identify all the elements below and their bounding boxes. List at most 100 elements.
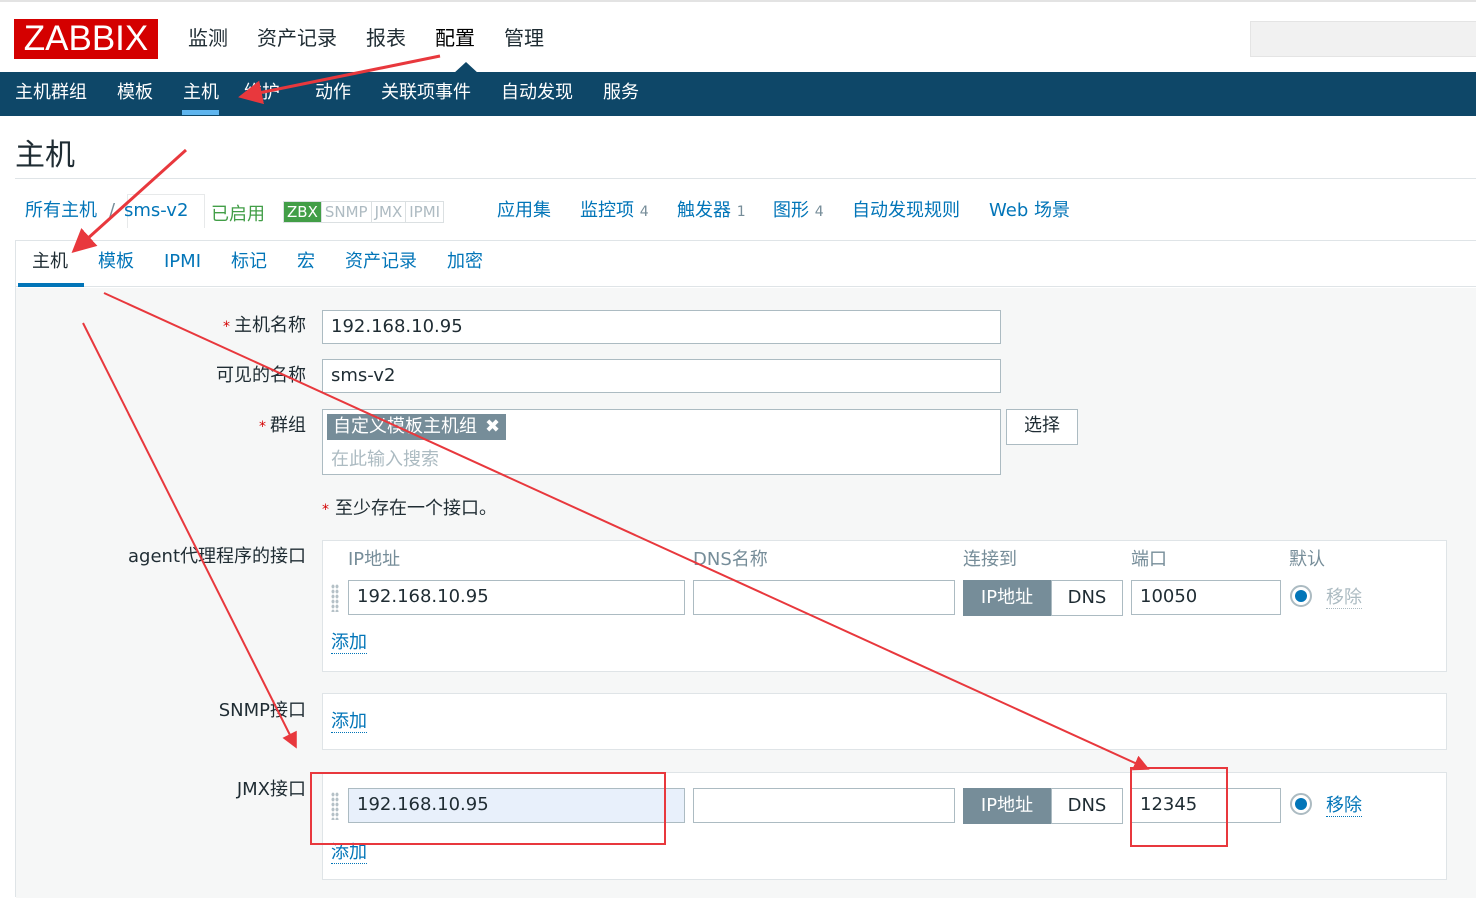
global-search-input[interactable] bbox=[1250, 21, 1476, 57]
sub-menu-services[interactable]: 服务 bbox=[603, 81, 639, 105]
sub-menu-maintenance[interactable]: 维护 bbox=[244, 81, 280, 105]
jmx-dns-input[interactable] bbox=[693, 788, 955, 823]
breadcrumb-separator: / bbox=[109, 200, 116, 221]
sub-menu-event-correlation[interactable]: 关联项事件 bbox=[381, 81, 471, 105]
top-menu-configuration[interactable]: 配置 bbox=[435, 24, 475, 52]
sub-menu-templates[interactable]: 模板 bbox=[117, 81, 153, 105]
jmx-badge: JMX bbox=[371, 202, 407, 222]
sub-menu-actions[interactable]: 动作 bbox=[315, 81, 351, 105]
tab-macros[interactable]: 宏 bbox=[297, 251, 315, 273]
active-tab-indicator bbox=[18, 283, 84, 287]
required-mark: * bbox=[223, 319, 230, 335]
tab-tags[interactable]: 标记 bbox=[231, 251, 267, 273]
snmp-interface-label: SNMP接口 bbox=[218, 700, 306, 721]
required-mark: * bbox=[259, 419, 266, 435]
groups-label: * 群组 bbox=[6, 414, 306, 439]
snmp-badge: SNMP bbox=[321, 202, 372, 222]
availability-badges: ZBX SNMP JMX IPMI bbox=[283, 201, 445, 223]
jmx-connect-toggle: IP地址 DNS bbox=[963, 788, 1123, 824]
snmp-interfaces-box bbox=[322, 693, 1447, 750]
visible-name-input[interactable]: sms-v2 bbox=[322, 359, 1001, 393]
link-applications[interactable]: 应用集 bbox=[497, 200, 551, 222]
graphs-count: 4 bbox=[814, 204, 824, 220]
snmp-add-link[interactable]: 添加 bbox=[331, 712, 367, 733]
link-items[interactable]: 监控项 4 bbox=[580, 200, 649, 223]
host-name-label-text: 主机名称 bbox=[234, 315, 306, 336]
status-enabled[interactable]: 已启用 bbox=[211, 200, 265, 226]
form-tabs: 主机 模板 IPMI 标记 宏 资产记录 加密 bbox=[16, 241, 1476, 287]
ipmi-badge: IPMI bbox=[406, 202, 444, 222]
agent-connect-dns-button[interactable]: DNS bbox=[1051, 580, 1123, 616]
agent-ip-input[interactable]: 192.168.10.95 bbox=[348, 580, 685, 615]
agent-default-radio[interactable] bbox=[1290, 585, 1312, 607]
tab-host[interactable]: 主机 bbox=[32, 251, 68, 273]
jmx-interface-label: JMX接口 bbox=[236, 779, 306, 800]
col-connect-to: 连接到 bbox=[963, 549, 1017, 570]
top-menu-reports[interactable]: 报表 bbox=[366, 24, 406, 52]
drag-handle-icon[interactable] bbox=[331, 584, 339, 612]
groups-search-input[interactable]: 在此输入搜索 bbox=[331, 445, 439, 471]
items-count: 4 bbox=[639, 204, 649, 220]
jmx-remove-link[interactable]: 移除 bbox=[1326, 796, 1362, 817]
jmx-connect-ip-button[interactable]: IP地址 bbox=[963, 788, 1051, 824]
remove-tag-icon[interactable]: ✖ bbox=[485, 416, 500, 437]
col-default: 默认 bbox=[1289, 549, 1325, 570]
interface-requirement-note: * 至少存在一个接口。 bbox=[322, 494, 497, 520]
select-groups-button[interactable]: 选择 bbox=[1006, 409, 1078, 445]
groups-label-text: 群组 bbox=[270, 415, 306, 436]
agent-port-input[interactable]: 10050 bbox=[1131, 580, 1281, 615]
tab-ipmi[interactable]: IPMI bbox=[164, 251, 201, 273]
link-discovery-rules[interactable]: 自动发现规则 bbox=[852, 200, 960, 222]
groups-multiselect[interactable]: 自定义模板主机组 ✖ 在此输入搜索 bbox=[322, 409, 1001, 475]
agent-add-link[interactable]: 添加 bbox=[331, 633, 367, 654]
agent-remove-link: 移除 bbox=[1326, 587, 1362, 609]
zabbix-logo[interactable]: ZABBIX bbox=[14, 19, 158, 59]
top-menu-monitoring[interactable]: 监测 bbox=[188, 24, 228, 52]
agent-dns-input[interactable] bbox=[693, 580, 955, 615]
triggers-count: 1 bbox=[736, 204, 746, 220]
drag-handle-icon[interactable] bbox=[331, 792, 339, 820]
top-bar: ZABBIX 监测 资产记录 报表 配置 管理 bbox=[0, 0, 1476, 74]
jmx-default-radio[interactable] bbox=[1290, 793, 1312, 815]
top-menu-administration[interactable]: 管理 bbox=[504, 24, 544, 52]
page-title: 主机 bbox=[15, 138, 75, 173]
link-graphs[interactable]: 图形 4 bbox=[773, 200, 824, 223]
col-ip-address: IP地址 bbox=[348, 549, 401, 570]
breadcrumb-host-name[interactable]: sms-v2 bbox=[124, 200, 188, 222]
visible-name-label: 可见的名称 bbox=[216, 365, 306, 386]
agent-connect-ip-button[interactable]: IP地址 bbox=[963, 580, 1051, 616]
sub-menu-host-groups[interactable]: 主机群组 bbox=[15, 81, 87, 105]
jmx-connect-dns-button[interactable]: DNS bbox=[1051, 788, 1123, 824]
host-name-label: * 主机名称 bbox=[6, 314, 306, 339]
sub-menu: 主机群组 模板 主机 维护 动作 关联项事件 自动发现 服务 bbox=[0, 72, 1476, 116]
jmx-ip-input[interactable]: 192.168.10.95 bbox=[348, 788, 685, 823]
jmx-add-link[interactable]: 添加 bbox=[331, 843, 367, 864]
group-tag: 自定义模板主机组 ✖ bbox=[327, 414, 507, 440]
sub-menu-discovery[interactable]: 自动发现 bbox=[501, 81, 573, 105]
agent-connect-toggle: IP地址 DNS bbox=[963, 580, 1123, 616]
tab-templates[interactable]: 模板 bbox=[98, 251, 134, 273]
link-triggers-label: 触发器 bbox=[677, 200, 731, 221]
group-tag-label: 自定义模板主机组 bbox=[333, 416, 477, 437]
agent-interface-label: agent代理程序的接口 bbox=[128, 546, 306, 567]
zbx-badge: ZBX bbox=[284, 202, 322, 222]
top-menu-inventory[interactable]: 资产记录 bbox=[257, 24, 337, 52]
link-triggers[interactable]: 触发器 1 bbox=[677, 200, 746, 223]
link-items-label: 监控项 bbox=[580, 200, 634, 221]
tab-encryption[interactable]: 加密 bbox=[447, 251, 483, 273]
active-sub-menu-indicator bbox=[182, 110, 219, 115]
link-web-scenarios[interactable]: Web 场景 bbox=[989, 200, 1070, 222]
breadcrumb-all-hosts[interactable]: 所有主机 bbox=[25, 200, 97, 222]
tab-inventory[interactable]: 资产记录 bbox=[345, 251, 417, 273]
host-breadcrumb-bar: 所有主机 / sms-v2 已启用 ZBX SNMP JMX IPMI 应用集 … bbox=[15, 193, 1476, 229]
col-dns-name: DNS名称 bbox=[693, 549, 768, 570]
col-port: 端口 bbox=[1131, 549, 1167, 570]
jmx-port-input[interactable]: 12345 bbox=[1131, 788, 1281, 823]
host-name-input[interactable]: 192.168.10.95 bbox=[322, 310, 1001, 344]
sub-menu-hosts[interactable]: 主机 bbox=[183, 81, 219, 105]
divider bbox=[15, 178, 1476, 179]
link-graphs-label: 图形 bbox=[773, 200, 809, 221]
interface-note-text: 至少存在一个接口。 bbox=[335, 498, 497, 519]
required-mark: * bbox=[322, 502, 329, 518]
top-menu: 监测 资产记录 报表 配置 管理 bbox=[188, 24, 573, 52]
